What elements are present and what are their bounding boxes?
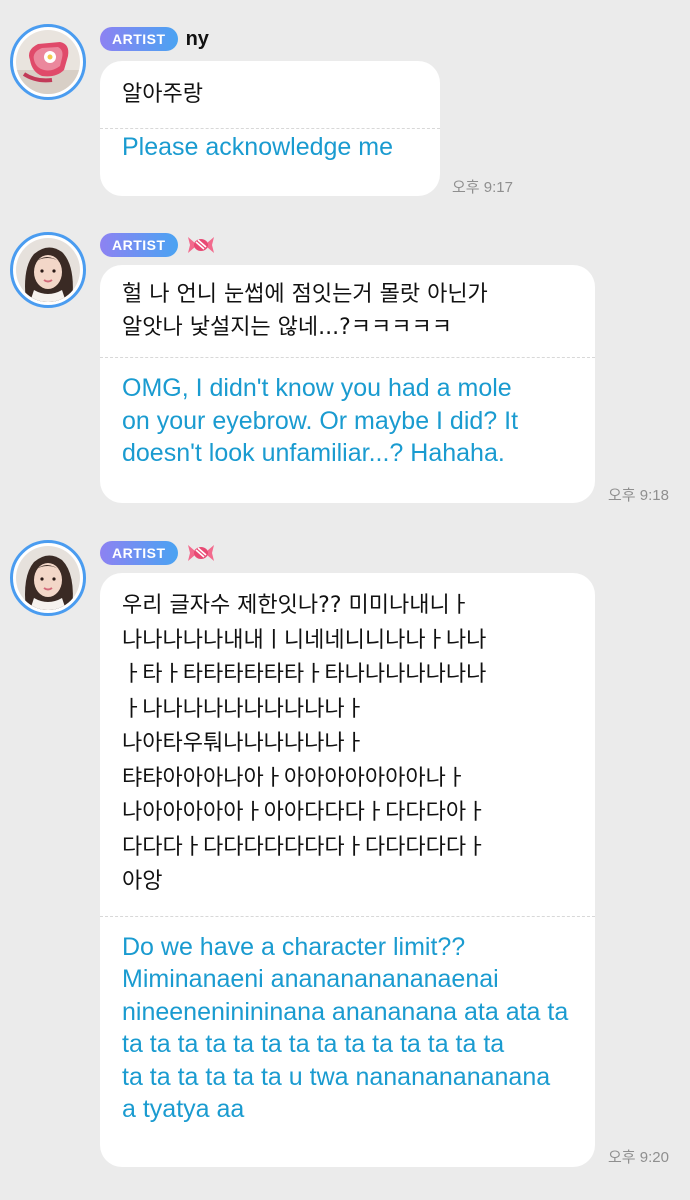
chat-message: ARTIST 우리 글자수 제한잇나?? 미미나내니ㅏ 나나나나나내내ㅣ니네네니… (0, 538, 690, 1188)
korean-text: 헐 나 언니 눈썹에 점잇는거 몰랏 아닌가 알앗나 낯설지는 않네...?ㅋㅋ… (122, 282, 488, 340)
chat-message: ARTIST ny 알아주랑 Please acknowledge me 오후 … (0, 0, 690, 210)
sender-row: ARTIST ny (100, 24, 209, 54)
sender-name[interactable]: ny (186, 28, 209, 51)
english-translation: Do we have a character limit?? Miminanae… (122, 932, 569, 1124)
timestamp: 오후 9:17 (452, 179, 513, 196)
message-bubble[interactable]: 헐 나 언니 눈썹에 점잇는거 몰랏 아닌가 알앗나 낯설지는 않네...?ㅋㅋ… (100, 265, 595, 503)
artist-badge: ARTIST (100, 27, 178, 51)
korean-text: 알아주랑 (122, 82, 203, 107)
artist-badge: ARTIST (100, 233, 178, 257)
candy-icon (186, 541, 216, 565)
chat-message: ARTIST 헐 나 언니 눈썹에 점잇는거 몰랏 아닌가 알앗나 낯설지는 않… (0, 230, 690, 520)
artist-badge: ARTIST (100, 541, 178, 565)
avatar[interactable] (10, 540, 86, 616)
sender-row: ARTIST (100, 538, 216, 568)
sender-row: ARTIST (100, 230, 216, 260)
candy-icon (186, 233, 216, 257)
korean-text: 우리 글자수 제한잇나?? 미미나내니ㅏ 나나나나나내내ㅣ니네네니니나나ㅏ나나 … (122, 593, 487, 894)
message-bubble[interactable]: 알아주랑 Please acknowledge me (100, 61, 440, 196)
english-translation: Please acknowledge me (122, 132, 393, 161)
timestamp: 오후 9:20 (608, 1149, 669, 1166)
english-translation: OMG, I didn't know you had a mole on you… (122, 374, 519, 467)
timestamp: 오후 9:18 (608, 487, 669, 504)
avatar[interactable] (10, 232, 86, 308)
avatar[interactable] (10, 24, 86, 100)
message-bubble[interactable]: 우리 글자수 제한잇나?? 미미나내니ㅏ 나나나나나내내ㅣ니네네니니나나ㅏ나나 … (100, 573, 595, 1167)
